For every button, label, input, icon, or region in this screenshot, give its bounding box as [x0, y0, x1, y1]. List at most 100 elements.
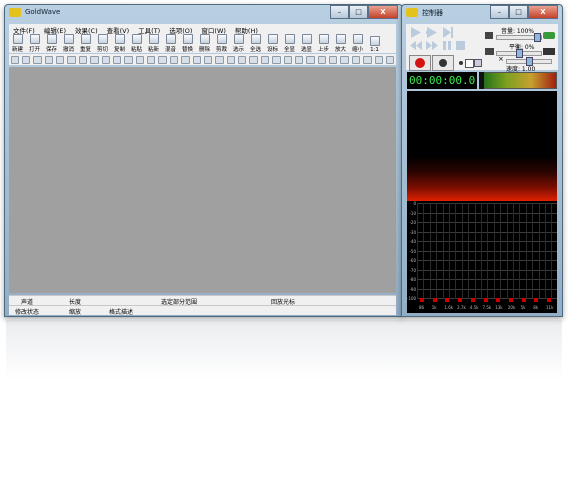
- effect-tool-icon[interactable]: [272, 55, 281, 64]
- effect-tool-icon[interactable]: [112, 55, 122, 64]
- effect-tool-icon[interactable]: [147, 55, 156, 64]
- toolbar-button-cut[interactable]: 剪切: [94, 34, 111, 53]
- effect-tool-icon[interactable]: [21, 55, 31, 64]
- control-close-button[interactable]: X: [528, 5, 558, 19]
- cut-icon: [97, 34, 108, 44]
- effect-tool-icon[interactable]: [226, 55, 235, 64]
- grid-column-line: [487, 203, 489, 299]
- settings-icon[interactable]: [474, 59, 482, 67]
- effect-tool-icon[interactable]: [78, 55, 88, 64]
- stop-icon[interactable]: [456, 41, 465, 50]
- effect-tool-icon[interactable]: [306, 55, 315, 64]
- menu-options[interactable]: 选项(O): [169, 25, 192, 35]
- rewind-icon[interactable]: [410, 41, 422, 50]
- effect-tool-icon[interactable]: [283, 55, 292, 64]
- effect-tool-icon[interactable]: [192, 55, 201, 64]
- effect-tool-icon[interactable]: [90, 55, 99, 64]
- record-button[interactable]: [409, 55, 431, 71]
- toolbar-button-show-all[interactable]: 全显: [281, 34, 298, 53]
- toolbar-button-mix[interactable]: 混音: [162, 34, 179, 53]
- toolbar-button-replace[interactable]: 替换: [179, 34, 196, 53]
- effect-tool-icon[interactable]: [203, 55, 213, 64]
- effect-tool-icon[interactable]: [158, 55, 167, 64]
- toolbar-button-undo[interactable]: 撤消: [60, 34, 77, 53]
- toolbar-button-actual-size[interactable]: 1:1: [366, 36, 383, 53]
- control-minimize-button[interactable]: –: [490, 5, 509, 19]
- effect-tool-icon[interactable]: [329, 55, 338, 64]
- volume-slider-thumb[interactable]: [534, 33, 541, 42]
- control-titlebar[interactable]: 控制器 – □ X: [402, 5, 562, 21]
- effect-tool-icon[interactable]: [101, 55, 110, 64]
- effect-tool-icon[interactable]: [44, 55, 53, 64]
- record-selection-button[interactable]: [432, 55, 454, 71]
- fast-forward-icon[interactable]: [426, 41, 438, 50]
- effect-tool-icon[interactable]: [238, 55, 247, 64]
- y-axis-label: -60: [409, 258, 416, 263]
- y-axis-label: -20: [409, 220, 416, 225]
- menu-window[interactable]: 窗口(W): [201, 25, 226, 35]
- effect-tool-icon[interactable]: [10, 55, 19, 64]
- toolbar-button-open-folder[interactable]: 打开: [26, 34, 43, 53]
- menu-effects[interactable]: 效果(C): [75, 25, 98, 35]
- menu-view[interactable]: 查看(V): [107, 25, 130, 35]
- menu-file[interactable]: 文件(F): [13, 25, 35, 35]
- effect-tool-icon[interactable]: [363, 55, 372, 64]
- effect-tool-icon[interactable]: [249, 55, 258, 64]
- toolbar-button-set-marker[interactable]: 设标: [264, 34, 281, 53]
- effect-tool-icon[interactable]: [135, 55, 144, 64]
- toolbar-button-delete[interactable]: 删除: [196, 34, 213, 53]
- pause-icon[interactable]: [442, 41, 452, 50]
- menu-edit[interactable]: 编辑(E): [44, 25, 66, 35]
- select-view-icon: [233, 34, 244, 44]
- effect-tool-icon[interactable]: [351, 55, 361, 64]
- play-end-icon[interactable]: [442, 27, 454, 38]
- effect-tool-icon[interactable]: [169, 55, 179, 64]
- effect-tool-icon[interactable]: [215, 55, 224, 64]
- effect-tool-icon[interactable]: [56, 55, 65, 64]
- toolbar-label: 全显: [283, 47, 295, 53]
- peak-marker: [547, 298, 551, 302]
- toolbar-button-select-view[interactable]: 选示: [230, 34, 247, 53]
- record-pause-icon: [439, 59, 447, 67]
- menu-tools[interactable]: 工具(T): [138, 25, 160, 35]
- toolbar-button-copy[interactable]: 复制: [111, 34, 128, 53]
- toolbar-button-previous[interactable]: 上步: [315, 34, 332, 53]
- toolbar-button-save[interactable]: 保存: [43, 34, 60, 53]
- control-maximize-button[interactable]: □: [509, 5, 528, 19]
- effect-tool-icon[interactable]: [317, 55, 326, 64]
- toolbar-button-zoom-out[interactable]: 缩小: [349, 34, 366, 53]
- effect-tool-icon[interactable]: [260, 55, 270, 64]
- mix-icon: [165, 34, 176, 44]
- play-selection-icon[interactable]: [426, 27, 438, 38]
- balance-slider-thumb[interactable]: [516, 49, 523, 58]
- toolbar-button-zoom-in[interactable]: 放大: [332, 34, 349, 53]
- monitor-checkbox[interactable]: [465, 59, 474, 68]
- toolbar-button-paste[interactable]: 粘贴: [128, 34, 145, 53]
- volume-slider[interactable]: [496, 33, 542, 42]
- toolbar-button-redo[interactable]: 重复: [77, 34, 94, 53]
- effect-tool-icon[interactable]: [124, 55, 133, 64]
- peak-marker: [445, 298, 450, 302]
- close-button[interactable]: X: [368, 5, 398, 19]
- toolbar-button-trim[interactable]: 剪裁: [213, 34, 230, 53]
- menu-help[interactable]: 帮助(H): [235, 25, 258, 35]
- toolbar-button-select-all[interactable]: 全选: [247, 34, 264, 53]
- toolbar-button-paste-new[interactable]: 粘新: [145, 34, 162, 53]
- effect-tool-icon[interactable]: [181, 55, 190, 64]
- effect-tool-icon[interactable]: [374, 55, 383, 64]
- effect-tool-icon[interactable]: [385, 55, 395, 64]
- effect-tool-icon[interactable]: [340, 55, 349, 64]
- play-icon[interactable]: [410, 27, 422, 38]
- maximize-button[interactable]: □: [349, 5, 368, 19]
- toolbar-button-show-selection[interactable]: 选显: [298, 34, 315, 53]
- effect-tool-icon[interactable]: [294, 55, 304, 64]
- toolbar-button-new-file[interactable]: 新建: [9, 34, 26, 53]
- effect-tool-icon[interactable]: [67, 55, 76, 64]
- show-all-icon: [284, 34, 295, 44]
- visual-display[interactable]: 0 -10 -20 -30 -40 -50 -60 -70 -80 -90 -100 86 1k 1.6…: [407, 91, 557, 313]
- effect-tool-icon[interactable]: [33, 55, 42, 64]
- main-titlebar[interactable]: GoldWave – □ X: [5, 5, 402, 21]
- y-axis-label: -30: [409, 230, 416, 235]
- minimize-button[interactable]: –: [330, 5, 349, 19]
- document-area[interactable]: [9, 67, 396, 293]
